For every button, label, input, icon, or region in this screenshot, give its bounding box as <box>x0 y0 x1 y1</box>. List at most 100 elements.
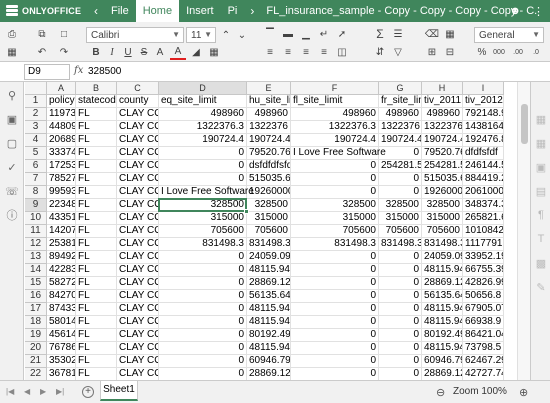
cell-i8[interactable]: 20610000 <box>463 186 504 199</box>
cell-h15[interactable]: 28869.12 <box>422 277 463 290</box>
align-right-icon[interactable]: ≡ <box>298 44 314 60</box>
cell-d5[interactable]: 0 <box>159 147 247 160</box>
delete-cells-icon[interactable]: ⊟ <box>442 44 458 60</box>
column-header-h[interactable]: H <box>422 82 463 95</box>
row-header-7[interactable]: 7 <box>25 173 47 186</box>
borders-icon[interactable]: ▦ <box>206 44 222 60</box>
cell-f22[interactable]: 0 <box>291 368 379 380</box>
column-header-a[interactable]: A <box>47 82 76 95</box>
zoom-in-icon[interactable]: ⊕ <box>519 386 528 399</box>
cell-b22[interactable]: FL <box>76 368 117 380</box>
cell-b21[interactable]: FL <box>76 355 117 368</box>
cell-c18[interactable]: CLAY COUI <box>117 316 159 329</box>
cell-g6[interactable]: 254281.5 <box>379 160 422 173</box>
cell-i20[interactable]: 73798.5 <box>463 342 504 355</box>
fill-color-icon[interactable]: ◢ <box>188 44 204 60</box>
cell-g21[interactable]: 0 <box>379 355 422 368</box>
superscript-button[interactable]: A <box>152 44 168 60</box>
cell-b12[interactable]: FL <box>76 238 117 251</box>
cell-i11[interactable]: 1010842 <box>463 225 504 238</box>
cell-c11[interactable]: CLAY COUI <box>117 225 159 238</box>
cell-a5[interactable]: 333743 <box>47 147 76 160</box>
clear-icon[interactable]: ⌫ <box>424 26 440 42</box>
tab-home[interactable]: Home <box>135 0 180 22</box>
cell-f20[interactable]: 0 <box>291 342 379 355</box>
cell-f7[interactable]: 0 <box>291 173 379 186</box>
cell-settings-icon[interactable]: ▦ <box>534 112 548 126</box>
signature-icon[interactable]: ✎ <box>534 280 548 294</box>
cell-b3[interactable]: FL <box>76 121 117 134</box>
cell-i19[interactable]: 86421.04 <box>463 329 504 342</box>
cell-h14[interactable]: 48115.94 <box>422 264 463 277</box>
row-header-5[interactable]: 5 <box>25 147 47 160</box>
column-header-b[interactable]: B <box>76 82 117 95</box>
tab-insert[interactable]: Insert <box>179 0 221 22</box>
align-top-icon[interactable]: ▔ <box>262 26 278 42</box>
cell-g20[interactable]: 0 <box>379 342 422 355</box>
cell-f18[interactable]: 0 <box>291 316 379 329</box>
cell-a14[interactable]: 422834 <box>47 264 76 277</box>
cell-e13[interactable]: 24059.09 <box>247 251 291 264</box>
add-sheet-button[interactable]: + <box>82 386 94 398</box>
cell-a22[interactable]: 367814 <box>47 368 76 380</box>
justify-icon[interactable]: ≡ <box>316 44 332 60</box>
cell-h9[interactable]: 328500 <box>422 199 463 212</box>
cell-d11[interactable]: 705600 <box>159 225 247 238</box>
cell-a15[interactable]: 582721 <box>47 277 76 290</box>
prev-sheet-icon[interactable]: ◀ <box>24 387 30 396</box>
chart-settings-icon[interactable]: ▤ <box>534 184 548 198</box>
cell-a9[interactable]: 223488 <box>47 199 76 212</box>
column-header-d[interactable]: D <box>159 82 247 95</box>
cell-h19[interactable]: 80192.49 <box>422 329 463 342</box>
cell-i4[interactable]: 192476.8 <box>463 134 504 147</box>
cell-i16[interactable]: 50656.8 <box>463 290 504 303</box>
cell-e21[interactable]: 60946.79 <box>247 355 291 368</box>
cell-d21[interactable]: 0 <box>159 355 247 368</box>
cell-h21[interactable]: 60946.79 <box>422 355 463 368</box>
cell-i15[interactable]: 42826.99 <box>463 277 504 290</box>
cell-h20[interactable]: 48115.94 <box>422 342 463 355</box>
underline-button[interactable]: U <box>120 44 136 60</box>
cell-g1[interactable]: fr_site_lim <box>379 95 422 108</box>
row-header-20[interactable]: 20 <box>25 342 47 355</box>
cell-b13[interactable]: FL <box>76 251 117 264</box>
cell-b17[interactable]: FL <box>76 303 117 316</box>
cell-c4[interactable]: CLAY COUI <box>117 134 159 147</box>
cell-b9[interactable]: FL <box>76 199 117 212</box>
cell-g2[interactable]: 498960 <box>379 108 422 121</box>
cell-c3[interactable]: CLAY COUI <box>117 121 159 134</box>
cell-h16[interactable]: 56135.64 <box>422 290 463 303</box>
vertical-scrollbar[interactable] <box>517 82 530 380</box>
cell-a16[interactable]: 842700 <box>47 290 76 303</box>
zoom-out-icon[interactable]: ⊖ <box>436 386 445 399</box>
cell-h3[interactable]: 1322376 <box>422 121 463 134</box>
last-sheet-icon[interactable]: ▶| <box>56 387 64 396</box>
cell-a1[interactable]: policyID <box>47 95 76 108</box>
cell-a7[interactable]: 785275 <box>47 173 76 186</box>
wrap-text-icon[interactable]: ↵ <box>316 26 332 42</box>
cell-h8[interactable]: 19260000 <box>422 186 463 199</box>
row-header-22[interactable]: 22 <box>25 368 47 380</box>
cell-h18[interactable]: 48115.94 <box>422 316 463 329</box>
paragraph-settings-icon[interactable]: ¶ <box>534 208 548 222</box>
cell-b7[interactable]: FL <box>76 173 117 186</box>
cell-a3[interactable]: 448094 <box>47 121 76 134</box>
pivot-settings-icon[interactable]: ▩ <box>534 256 548 270</box>
text-art-icon[interactable]: T <box>534 232 548 246</box>
cell-e5[interactable]: 79520.76 <box>247 147 291 160</box>
cell-d20[interactable]: 0 <box>159 342 247 355</box>
cell-d4[interactable]: 190724.4 <box>159 134 247 147</box>
cell-f17[interactable]: 0 <box>291 303 379 316</box>
cell-e4[interactable]: 190724.4 <box>247 134 291 147</box>
cell-g8[interactable]: 0 <box>379 186 422 199</box>
row-header-16[interactable]: 16 <box>25 290 47 303</box>
align-middle-icon[interactable]: ▬ <box>280 26 296 42</box>
column-header-g[interactable]: G <box>379 82 422 95</box>
cell-f16[interactable]: 0 <box>291 290 379 303</box>
strikethrough-button[interactable]: S <box>136 44 152 60</box>
cell-e6[interactable]: dsfdfdfsfdf <box>247 160 291 173</box>
cell-b11[interactable]: FL <box>76 225 117 238</box>
cell-d12[interactable]: 831498.3 <box>159 238 247 251</box>
cell-f9[interactable]: 328500 <box>291 199 379 212</box>
fill-handle[interactable] <box>244 209 249 214</box>
